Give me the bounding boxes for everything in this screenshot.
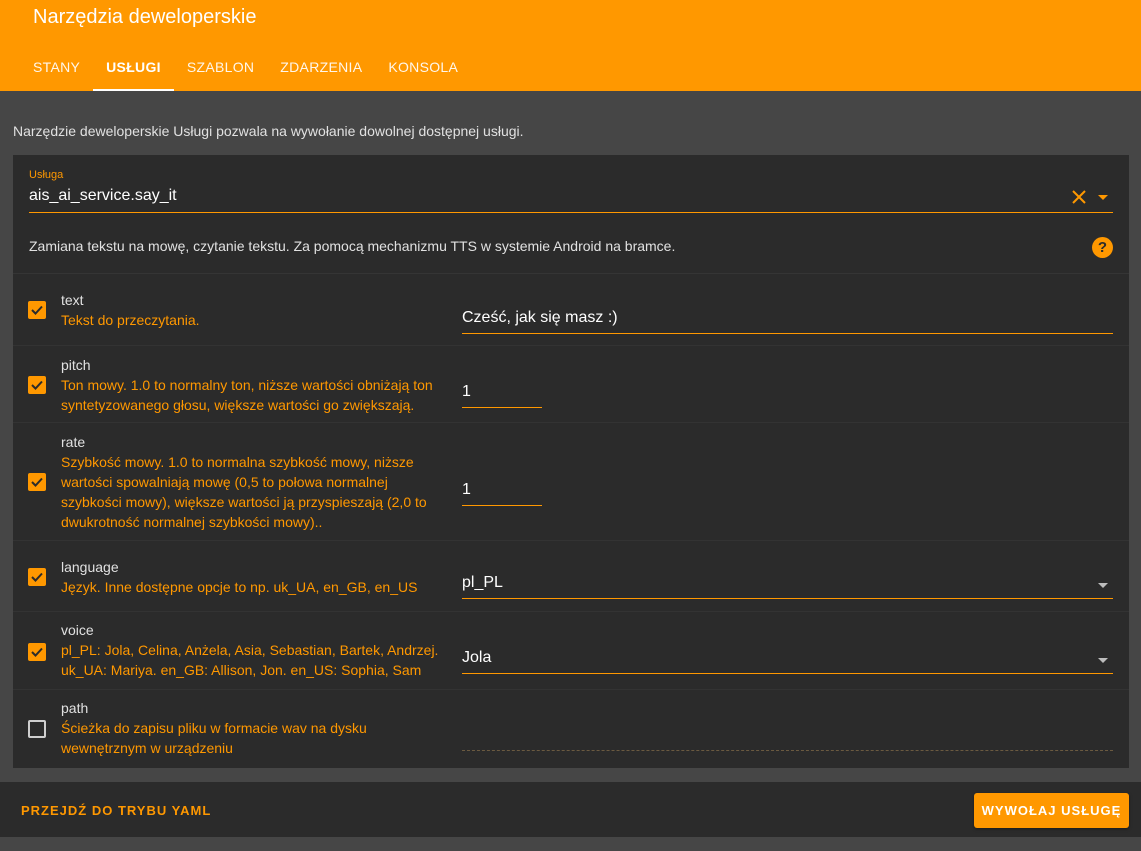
intro-text: Narzędzie deweloperskie Usługi pozwala n… bbox=[13, 123, 524, 139]
tab-bar: STANY USŁUGI SZABLON ZDARZENIA KONSOLA bbox=[20, 46, 471, 91]
service-select[interactable]: Usługa ais_ai_service.say_it bbox=[29, 167, 1113, 213]
text-input[interactable]: Cześć, jak się masz :) bbox=[462, 306, 1113, 334]
path-input[interactable] bbox=[462, 723, 1113, 751]
param-description: Język. Inne dostępne opcje to np. uk_UA,… bbox=[61, 579, 418, 595]
param-row-path: path Ścieżka do zapisu pliku w formacie … bbox=[13, 690, 1129, 768]
voice-select[interactable]: Jola bbox=[462, 646, 1113, 674]
tab-stany[interactable]: STANY bbox=[20, 46, 93, 91]
service-card: Usługa ais_ai_service.say_it Zamiana tek… bbox=[13, 155, 1129, 768]
service-label: Usługa bbox=[29, 169, 64, 181]
tab-szablon[interactable]: SZABLON bbox=[174, 46, 267, 91]
param-name: path bbox=[61, 700, 89, 716]
call-service-button[interactable]: WYWOŁAJ USŁUGĘ bbox=[974, 793, 1129, 828]
param-row-pitch: pitch Ton mowy. 1.0 to normalny ton, niż… bbox=[13, 346, 1129, 423]
check-icon bbox=[31, 572, 43, 582]
rate-input[interactable]: 1 bbox=[462, 478, 542, 506]
param-row-voice: voice pl_PL: Jola, Celina, Anżela, Asia,… bbox=[13, 612, 1129, 690]
checkbox-language[interactable] bbox=[28, 568, 46, 586]
help-icon[interactable]: ? bbox=[1092, 237, 1113, 258]
service-description: Zamiana tekstu na mowę, czytanie tekstu.… bbox=[29, 238, 676, 254]
param-name: voice bbox=[61, 622, 94, 638]
checkbox-text[interactable] bbox=[28, 301, 46, 319]
param-name: rate bbox=[61, 434, 86, 450]
param-name: language bbox=[61, 559, 119, 575]
voice-value: Jola bbox=[462, 649, 492, 666]
dropdown-arrow-icon[interactable] bbox=[1093, 650, 1113, 670]
param-name: text bbox=[61, 292, 84, 308]
checkbox-rate[interactable] bbox=[28, 473, 46, 491]
language-select[interactable]: pl_PL bbox=[462, 571, 1113, 599]
checkbox-pitch[interactable] bbox=[28, 376, 46, 394]
checkbox-path[interactable] bbox=[28, 720, 46, 738]
check-icon bbox=[31, 305, 43, 315]
param-description: Ścieżka do zapisu pliku w formacie wav n… bbox=[61, 720, 367, 756]
checkbox-voice[interactable] bbox=[28, 643, 46, 661]
top-app-bar: Narzędzia deweloperskie STANY USŁUGI SZA… bbox=[0, 0, 1141, 91]
dropdown-arrow-icon[interactable] bbox=[1093, 575, 1113, 595]
pitch-input[interactable]: 1 bbox=[462, 380, 542, 408]
check-icon bbox=[31, 477, 43, 487]
param-description: Ton mowy. 1.0 to normalny ton, niższe wa… bbox=[61, 377, 433, 413]
yaml-mode-button[interactable]: PRZEJDŹ DO TRYBU YAML bbox=[21, 803, 211, 818]
clear-icon[interactable] bbox=[1069, 187, 1089, 207]
tab-konsola[interactable]: KONSOLA bbox=[375, 46, 471, 91]
param-row-text: text Tekst do przeczytania. Cześć, jak s… bbox=[13, 274, 1129, 346]
param-row-rate: rate Szybkość mowy. 1.0 to normalna szyb… bbox=[13, 423, 1129, 541]
param-description: Szybkość mowy. 1.0 to normalna szybkość … bbox=[61, 454, 427, 530]
dropdown-arrow-icon[interactable] bbox=[1093, 187, 1113, 207]
check-icon bbox=[31, 647, 43, 657]
footer-bar: PRZEJDŹ DO TRYBU YAML WYWOŁAJ USŁUGĘ bbox=[0, 782, 1141, 837]
param-description: pl_PL: Jola, Celina, Anżela, Asia, Sebas… bbox=[61, 642, 439, 678]
tab-uslugi[interactable]: USŁUGI bbox=[93, 46, 174, 91]
tab-zdarzenia[interactable]: ZDARZENIA bbox=[267, 46, 375, 91]
service-value[interactable]: ais_ai_service.say_it bbox=[29, 187, 177, 205]
page-title: Narzędzia deweloperskie bbox=[33, 6, 257, 28]
param-name: pitch bbox=[61, 357, 91, 373]
check-icon bbox=[31, 380, 43, 390]
param-row-language: language Język. Inne dostępne opcje to n… bbox=[13, 541, 1129, 612]
param-description: Tekst do przeczytania. bbox=[61, 312, 200, 328]
language-value: pl_PL bbox=[462, 574, 503, 591]
